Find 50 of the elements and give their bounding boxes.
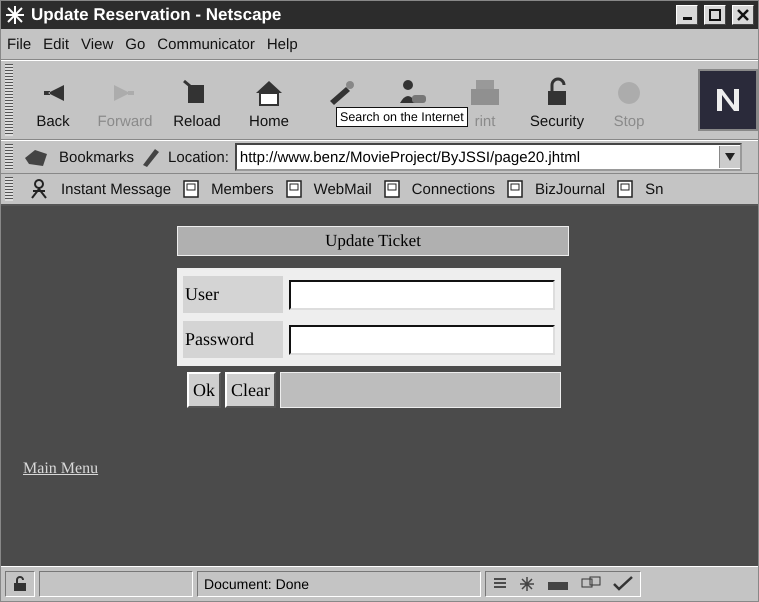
padlock-icon [12, 576, 28, 592]
logo-tile[interactable] [698, 69, 758, 131]
close-button[interactable] [732, 5, 754, 25]
field-label: User [183, 276, 283, 313]
bookmarks-button[interactable]: Bookmarks [59, 148, 134, 166]
toolbar-grip[interactable] [5, 64, 13, 136]
bookmark-link[interactable]: Sn [645, 180, 664, 198]
tooltip: Search on the Internet [336, 107, 468, 127]
form-button[interactable]: Clear [225, 372, 276, 408]
field-label: Password [183, 321, 283, 358]
window-title: Update Reservation - Netscape [31, 5, 282, 25]
toolbar-button[interactable]: Back [17, 63, 89, 137]
bookmark-link[interactable]: Members [211, 180, 274, 198]
minimize-button[interactable] [676, 5, 698, 25]
bookmark-link[interactable]: BizJournal [535, 180, 606, 198]
toolbar-grip[interactable] [5, 177, 13, 201]
menu-item[interactable]: Go [125, 36, 146, 52]
security-indicator[interactable] [5, 571, 35, 597]
bookmark-link[interactable]: WebMail [314, 180, 372, 198]
form-header: Update Ticket [177, 226, 569, 256]
minimize-icon [682, 17, 692, 20]
bookmark-page-icon [617, 180, 634, 198]
menu-item[interactable]: Edit [43, 36, 70, 52]
menu-item[interactable]: File [7, 36, 32, 52]
menu-item[interactable]: Help [266, 36, 298, 52]
url-field[interactable]: http://www.benz/MovieProject/ByJSSI/page20.jhtml [234, 143, 742, 171]
status-text: Document: Done [204, 576, 310, 592]
input-field[interactable] [289, 280, 555, 310]
location-label: Location: [168, 148, 229, 166]
main-menu-link[interactable]: Main Menu [23, 460, 98, 478]
toolbar-button[interactable]: Home [233, 63, 305, 137]
close-icon [737, 9, 749, 21]
menu-item[interactable]: View [81, 36, 114, 52]
star-burst-icon [518, 576, 536, 592]
toolbar-grip[interactable] [5, 144, 13, 170]
bookmark-page-icon [384, 180, 400, 198]
input-field[interactable] [289, 324, 555, 354]
toolbar-button[interactable]: Security [521, 63, 593, 137]
bookmark-link[interactable]: Connections [412, 180, 496, 198]
maximize-icon [709, 9, 721, 21]
maximize-button[interactable] [704, 5, 726, 25]
person-icon [29, 179, 49, 199]
star-burst-icon [5, 5, 25, 25]
toolbar-button[interactable]: Reload [161, 63, 233, 137]
bookmark-link[interactable]: Instant Message [61, 180, 172, 198]
bookmark-page-icon [183, 180, 200, 198]
menu-item[interactable]: Communicator [157, 36, 255, 52]
bookmark-page-icon [286, 180, 302, 198]
bookmark-page-icon [507, 180, 524, 198]
form-button[interactable]: Ok [187, 372, 221, 408]
